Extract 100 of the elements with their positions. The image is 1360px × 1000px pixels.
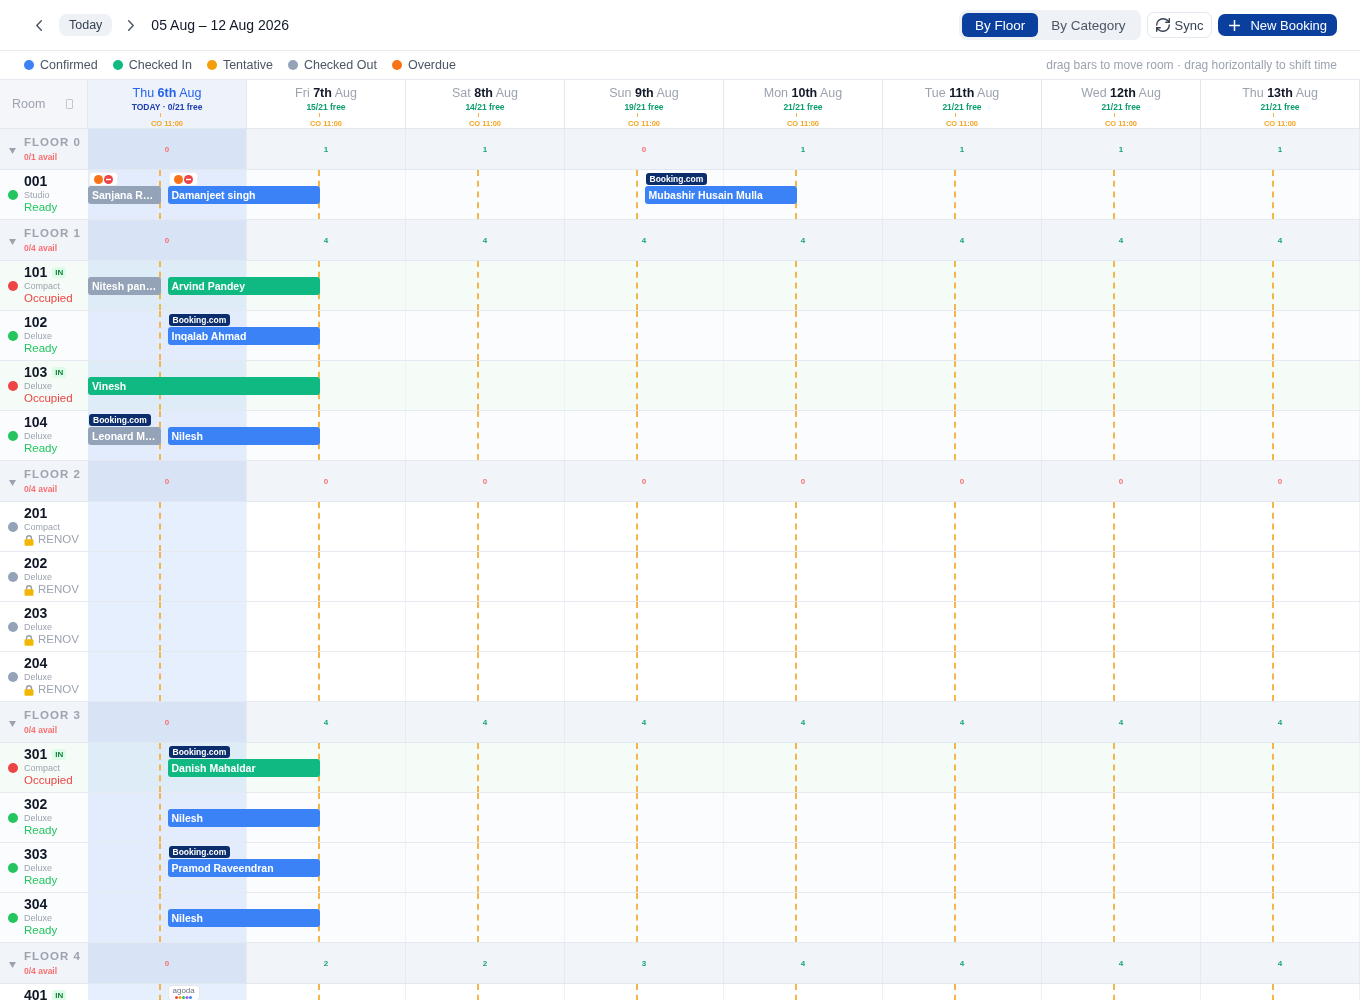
room-status: Ready xyxy=(24,342,58,355)
room-type: Studio xyxy=(24,190,51,201)
availability-count: 4 xyxy=(959,235,965,245)
new-booking-button[interactable]: New Booking xyxy=(1218,14,1337,36)
day-label: Sat 8th Aug xyxy=(452,86,518,101)
lock-icon xyxy=(24,583,34,596)
caret-icon[interactable] xyxy=(9,721,16,727)
availability-count: 1 xyxy=(1277,144,1283,154)
day-label: Thu 6th Aug xyxy=(132,86,202,101)
booking-bar[interactable]: Nitesh pan… xyxy=(88,277,161,295)
source-tag: Booking.com xyxy=(168,746,231,758)
room-status: Occupied xyxy=(24,774,73,787)
availability-count: 0 xyxy=(164,144,170,154)
availability-count: 0 xyxy=(959,476,965,486)
day-label: Tue 11th Aug xyxy=(924,86,1000,101)
room-number: 202 xyxy=(24,555,48,571)
caret-icon[interactable] xyxy=(9,148,16,154)
lock-icon xyxy=(24,533,34,546)
day-label: Wed 12th Aug xyxy=(1081,86,1161,101)
availability-count: 1 xyxy=(800,144,806,154)
room-status: Occupied xyxy=(24,392,73,405)
today-button[interactable]: Today xyxy=(59,14,113,36)
room-type: Deluxe xyxy=(24,672,53,683)
circle-icon xyxy=(94,174,103,184)
booking-bar[interactable]: Danish Mahaldar xyxy=(167,759,320,777)
plus-icon xyxy=(1229,19,1241,31)
room-number: 201 xyxy=(24,505,48,521)
sync-button[interactable]: Sync xyxy=(1147,12,1213,38)
room-number: 401 xyxy=(24,987,48,1000)
legend-label: Checked In xyxy=(128,58,192,72)
availability-count: 2 xyxy=(323,958,329,968)
room-number: 301 xyxy=(24,746,48,762)
booking-bar[interactable]: Pramod Raveendran xyxy=(167,859,320,877)
booking-bar[interactable]: Leonard M… xyxy=(88,427,161,445)
availability-count: 4 xyxy=(800,717,806,727)
caret-icon[interactable] xyxy=(9,962,16,968)
availability-count: 1 xyxy=(959,144,965,154)
checked-in-tag: IN xyxy=(52,267,67,278)
view-tab[interactable]: By Floor xyxy=(961,13,1039,37)
view-tab[interactable]: By Category xyxy=(1038,13,1139,37)
room-number: 102 xyxy=(24,314,48,330)
source-label: agoda xyxy=(172,987,195,995)
day-label: Fri 7th Aug xyxy=(295,86,357,101)
availability-count: 1 xyxy=(323,144,329,154)
circle-icon xyxy=(173,174,183,184)
booking-bar[interactable]: Nilesh xyxy=(167,427,320,445)
room-status: Ready xyxy=(24,924,58,937)
booking-bar[interactable]: Mubashir Husain Mulla xyxy=(644,186,797,204)
floor-availability: 0/4 avail xyxy=(24,484,59,494)
room-number: 101 xyxy=(24,264,48,280)
room-status: RENOV xyxy=(38,533,79,546)
availability-count: 4 xyxy=(641,235,647,245)
free-count: TODAY · 0/21 free xyxy=(131,101,203,113)
previous-button[interactable] xyxy=(35,18,42,32)
room-number: 001 xyxy=(24,173,48,189)
room-type: Deluxe xyxy=(24,913,53,924)
booking-bar[interactable]: Arvind Pandey xyxy=(167,277,320,295)
room-number: 104 xyxy=(24,414,48,430)
booking-bar[interactable]: Nilesh xyxy=(167,909,320,927)
availability-count: 0 xyxy=(1277,476,1283,486)
legend-label: Confirmed xyxy=(40,58,98,72)
room-type: Deluxe xyxy=(24,381,53,392)
availability-count: 4 xyxy=(1277,235,1283,245)
availability-count: 4 xyxy=(959,717,965,727)
free-count: 15/21 free xyxy=(306,101,346,113)
date-range: 05 Aug – 12 Aug 2026 xyxy=(151,17,290,33)
availability-count: 4 xyxy=(641,717,647,727)
availability-count: 0 xyxy=(641,476,647,486)
room-type: Deluxe xyxy=(24,331,53,342)
availability-count: 3 xyxy=(641,958,647,968)
floor-name: FLOOR 1 xyxy=(24,227,81,240)
legend-label: Tentative xyxy=(222,58,273,72)
availability-count: 0 xyxy=(1118,476,1124,486)
booking-bar[interactable]: Nilesh xyxy=(167,809,320,827)
room-number: 304 xyxy=(24,896,48,912)
caret-icon[interactable] xyxy=(9,239,16,245)
day-label: Mon 10th Aug xyxy=(763,86,843,101)
availability-count: 0 xyxy=(164,235,170,245)
caret-icon[interactable] xyxy=(9,480,16,486)
floor-name: FLOOR 2 xyxy=(24,468,81,481)
room-type: Compact xyxy=(24,281,61,292)
next-button[interactable] xyxy=(127,18,135,32)
floor-name: FLOOR 0 xyxy=(24,136,81,149)
room-number: 302 xyxy=(24,796,48,812)
availability-count: 4 xyxy=(959,958,965,968)
availability-count: 4 xyxy=(482,235,488,245)
availability-count: 1 xyxy=(482,144,488,154)
room-status: Ready xyxy=(24,824,58,837)
lock-icon xyxy=(24,633,34,646)
checked-in-tag: IN xyxy=(52,749,67,760)
room-status: RENOV xyxy=(38,683,79,696)
booking-bar[interactable]: Sanjana R… xyxy=(88,186,161,204)
availability-count: 0 xyxy=(800,476,806,486)
booking-bar[interactable]: Inqalab Ahmad xyxy=(167,327,320,345)
room-status: Ready xyxy=(24,442,58,455)
room-type: Compact xyxy=(24,763,61,774)
booking-bar[interactable]: Vinesh xyxy=(88,377,320,395)
room-status: RENOV xyxy=(38,583,79,596)
booking-bar[interactable]: Damanjeet singh xyxy=(167,186,320,204)
room-status: RENOV xyxy=(38,633,79,646)
